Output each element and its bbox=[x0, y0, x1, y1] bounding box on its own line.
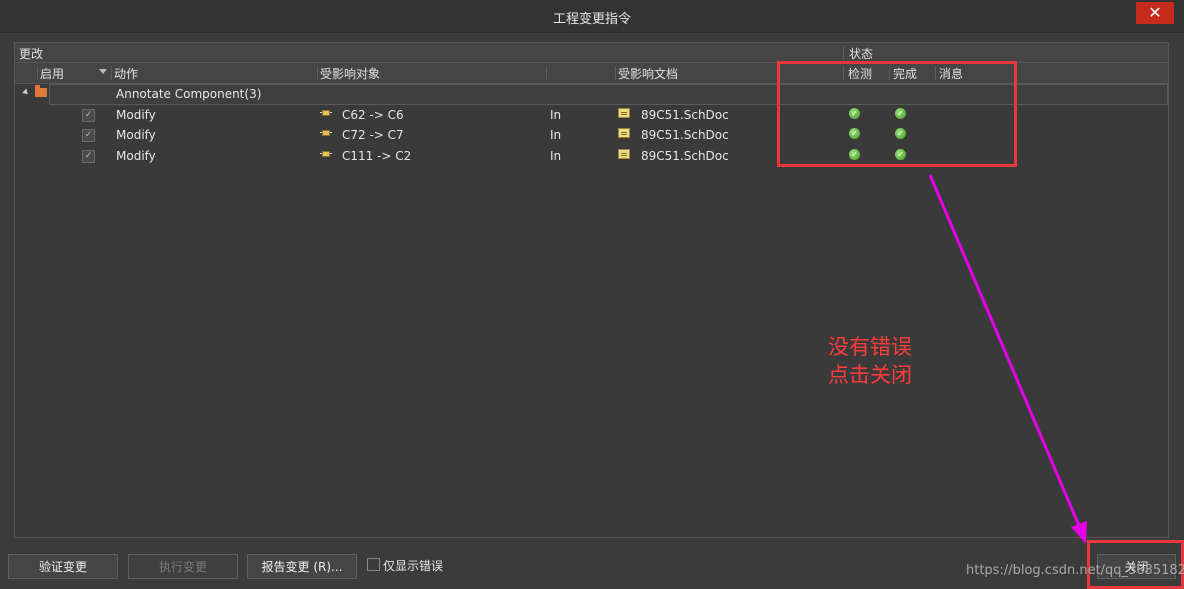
col-affected-document[interactable]: 受影响文档 bbox=[618, 65, 678, 82]
row-object: C62 -> C6 bbox=[342, 108, 404, 122]
row-object: C72 -> C7 bbox=[342, 128, 404, 142]
header-separator bbox=[843, 46, 844, 60]
title-bar: 工程变更指令 ✕ bbox=[0, 0, 1184, 33]
watermark-text: https://blog.csdn.net/qq_38351824 bbox=[966, 563, 1184, 578]
collapse-arrow-icon[interactable] bbox=[22, 88, 30, 97]
header-status: 状态 bbox=[849, 47, 874, 61]
header-separator bbox=[546, 66, 547, 80]
component-icon bbox=[320, 109, 332, 117]
row-direction: In bbox=[550, 149, 562, 163]
enable-checkbox[interactable]: ✓ bbox=[82, 150, 95, 163]
row-direction: In bbox=[550, 128, 562, 142]
col-enable[interactable]: 启用 bbox=[40, 65, 64, 82]
sort-down-icon[interactable] bbox=[99, 69, 107, 74]
annotation-line-1: 没有错误 bbox=[828, 335, 912, 359]
header-separator bbox=[111, 66, 112, 80]
component-icon bbox=[320, 129, 332, 137]
component-icon bbox=[320, 150, 332, 158]
col-affected-object[interactable]: 受影响对象 bbox=[320, 65, 380, 82]
annotation-text: 没有错误 点击关闭 bbox=[828, 333, 912, 389]
row-object: C111 -> C2 bbox=[342, 149, 412, 163]
row-document: 89C51.SchDoc bbox=[641, 108, 729, 122]
execute-changes-button[interactable]: 执行变更 bbox=[128, 554, 238, 579]
row-direction: In bbox=[550, 108, 562, 122]
enable-checkbox[interactable]: ✓ bbox=[82, 129, 95, 142]
header-separator bbox=[317, 66, 318, 80]
annotation-line-2: 点击关闭 bbox=[828, 363, 912, 387]
header-changes: 更改 bbox=[19, 47, 44, 61]
folder-icon bbox=[35, 85, 47, 97]
only-errors-checkbox[interactable] bbox=[367, 558, 380, 571]
window-close-button[interactable]: ✕ bbox=[1136, 2, 1174, 24]
row-action: Modify bbox=[116, 128, 156, 142]
annotation-highlight-status bbox=[777, 61, 1017, 167]
group-label: Annotate Component(3) bbox=[116, 87, 262, 101]
col-action[interactable]: 动作 bbox=[114, 65, 138, 82]
enable-checkbox[interactable]: ✓ bbox=[82, 109, 95, 122]
window-title: 工程变更指令 bbox=[552, 12, 631, 27]
only-errors-label: 仅显示错误 bbox=[383, 559, 444, 573]
validate-changes-button[interactable]: 验证变更 bbox=[8, 554, 118, 579]
schematic-doc-icon bbox=[618, 128, 630, 138]
schematic-doc-icon bbox=[618, 108, 630, 118]
report-changes-button[interactable]: 报告变更 (R)... bbox=[247, 554, 357, 579]
row-document: 89C51.SchDoc bbox=[641, 149, 729, 163]
header-separator bbox=[37, 66, 38, 80]
group-header-row: 更改 状态 bbox=[15, 43, 1168, 63]
row-action: Modify bbox=[116, 149, 156, 163]
header-separator bbox=[615, 66, 616, 80]
schematic-doc-icon bbox=[618, 149, 630, 159]
row-action: Modify bbox=[116, 108, 156, 122]
row-document: 89C51.SchDoc bbox=[641, 128, 729, 142]
